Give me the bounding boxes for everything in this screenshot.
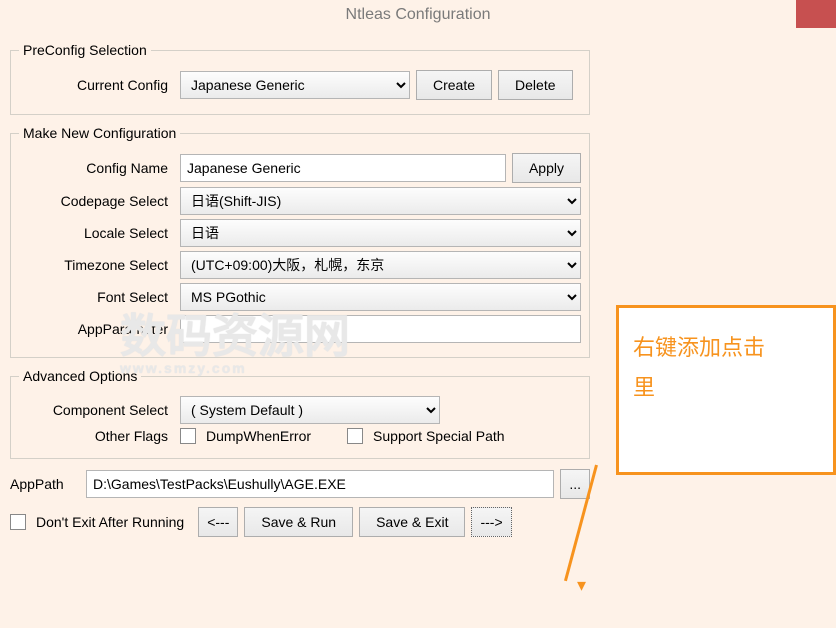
timezone-label: Timezone Select: [19, 257, 174, 273]
dump-checkbox[interactable]: [180, 428, 196, 444]
preconfig-legend: PreConfig Selection: [19, 42, 151, 58]
advanced-group: Advanced Options Component Select ( Syst…: [10, 368, 590, 459]
browse-button[interactable]: ...: [560, 469, 590, 499]
support-label: Support Special Path: [373, 428, 505, 444]
codepage-label: Codepage Select: [19, 193, 174, 209]
dont-exit-label: Don't Exit After Running: [36, 514, 184, 530]
dont-exit-checkbox[interactable]: [10, 514, 26, 530]
apppath-label: AppPath: [10, 476, 80, 492]
annotation-callout: 右键添加点击 里: [616, 305, 836, 475]
appparam-label: AppParameter: [19, 321, 174, 337]
close-icon[interactable]: [796, 0, 836, 28]
codepage-select[interactable]: 日语(Shift-JIS): [180, 187, 581, 215]
delete-button[interactable]: Delete: [498, 70, 572, 100]
component-label: Component Select: [19, 402, 174, 418]
advanced-legend: Advanced Options: [19, 368, 141, 384]
font-select[interactable]: MS PGothic: [180, 283, 581, 311]
next-button[interactable]: --->: [471, 507, 511, 537]
callout-arrowhead-icon: ▾: [577, 575, 586, 596]
dump-label: DumpWhenError: [206, 428, 311, 444]
locale-select[interactable]: 日语: [180, 219, 581, 247]
flags-label: Other Flags: [19, 428, 174, 444]
appparam-input[interactable]: [180, 315, 581, 343]
locale-label: Locale Select: [19, 225, 174, 241]
current-config-label: Current Config: [19, 77, 174, 93]
callout-text-2: 里: [633, 368, 819, 408]
config-name-label: Config Name: [19, 160, 174, 176]
makenew-legend: Make New Configuration: [19, 125, 180, 141]
current-config-select[interactable]: Japanese Generic: [180, 71, 410, 99]
window-body: PreConfig Selection Current Config Japan…: [0, 30, 600, 545]
apppath-input[interactable]: [86, 470, 554, 498]
makenew-group: Make New Configuration Config Name Apply…: [10, 125, 590, 358]
support-checkbox[interactable]: [347, 428, 363, 444]
prev-button[interactable]: <---: [198, 507, 238, 537]
callout-text-1: 右键添加点击: [633, 328, 819, 368]
timezone-select[interactable]: (UTC+09:00)大阪，札幌，东京: [180, 251, 581, 279]
window-title: Ntleas Configuration: [346, 6, 491, 24]
preconfig-group: PreConfig Selection Current Config Japan…: [10, 42, 590, 115]
apply-button[interactable]: Apply: [512, 153, 581, 183]
config-name-input[interactable]: [180, 154, 506, 182]
create-button[interactable]: Create: [416, 70, 492, 100]
save-exit-button[interactable]: Save & Exit: [359, 507, 465, 537]
component-select[interactable]: ( System Default ): [180, 396, 440, 424]
save-run-button[interactable]: Save & Run: [244, 507, 353, 537]
titlebar: Ntleas Configuration: [0, 0, 836, 30]
font-label: Font Select: [19, 289, 174, 305]
